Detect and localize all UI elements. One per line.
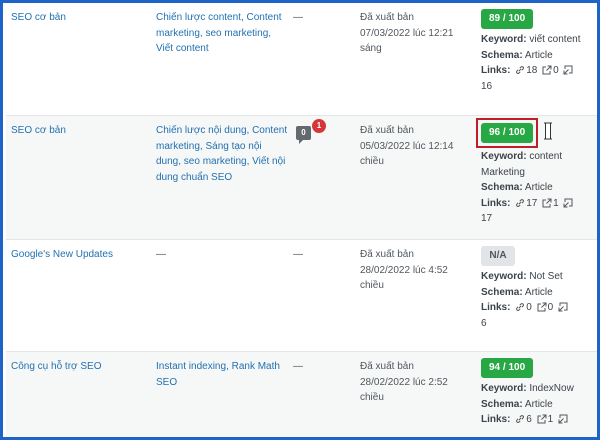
external-links-count: 1	[553, 197, 559, 209]
tags-cell: —	[156, 249, 166, 260]
date-cell: Đã xuất bản 28/02/2022 lúc 2:52 chiều	[360, 359, 472, 406]
links-label: Links:	[481, 65, 511, 76]
external-links-count: 0	[553, 65, 559, 76]
tags-link[interactable]: Instant indexing, Rank Math SEO	[156, 361, 280, 388]
post-status: Đã xuất bản	[360, 125, 414, 136]
schema-label: Schema:	[481, 182, 523, 193]
focus-keyword: viết content	[529, 34, 581, 45]
highlight-box: 96 / 100	[476, 118, 539, 148]
incoming-links-count: 16	[481, 80, 493, 92]
seo-details: 96 / 100 Keyword: content Marketing Sche…	[476, 118, 597, 227]
table-row: Công cụ hỗ trợ SEO Instant indexing, Ran…	[6, 352, 597, 437]
category-link[interactable]: Google's New Updates	[11, 249, 113, 260]
incoming-links-count: 6	[481, 317, 487, 329]
seo-score-badge[interactable]: 89 / 100	[481, 9, 534, 29]
keyword-label: Keyword:	[481, 383, 527, 394]
text-cursor-icon	[543, 122, 553, 143]
table-row: SEO cơ bản Chiến lược nội dung, Content …	[6, 116, 597, 240]
schema-label: Schema:	[481, 398, 523, 410]
keyword-label: Keyword:	[481, 271, 527, 282]
seo-score-badge[interactable]: 96 / 100	[481, 123, 534, 143]
seo-score-badge[interactable]: N/A	[481, 246, 515, 266]
external-link-icon	[537, 414, 547, 424]
links-label: Links:	[481, 197, 511, 209]
external-links-count: 1	[547, 414, 554, 425]
post-date: 05/03/2022 lúc 12:14 chiều	[360, 140, 454, 168]
internal-links-count: 17	[526, 197, 538, 209]
seo-score-badge[interactable]: 94 / 100	[481, 358, 534, 378]
post-date: 28/02/2022 lúc 2:52 chiều	[360, 376, 448, 404]
post-status: Đã xuất bản	[360, 249, 414, 260]
schema-type: Article	[524, 182, 553, 193]
schema-type: Article	[524, 398, 553, 410]
links-label: Links:	[481, 414, 511, 425]
internal-link-icon	[515, 198, 525, 208]
category-link[interactable]: SEO cơ bản	[11, 12, 66, 23]
external-link-icon	[542, 198, 552, 208]
tags-link[interactable]: Chiến lược nội dung, Content marketing, …	[156, 125, 287, 183]
seo-details: 89 / 100 Keyword: viết content Schema: A…	[481, 9, 597, 94]
table-row: SEO cơ bản Chiến lược content, Content m…	[6, 3, 597, 116]
posts-table-frame: SEO cơ bản Chiến lược content, Content m…	[0, 0, 600, 440]
table-row: Google's New Updates — — Đã xuất bản 28/…	[6, 240, 597, 352]
comments-cell: —	[293, 361, 303, 372]
post-date: 28/02/2022 lúc 4:52 chiều	[360, 264, 448, 292]
external-link-icon	[542, 65, 552, 75]
seo-details: N/A Keyword: Not Set Schema: Article Lin…	[481, 246, 597, 331]
keyword-label: Keyword:	[481, 151, 527, 162]
incoming-link-icon	[558, 414, 568, 424]
date-cell: Đã xuất bản 05/03/2022 lúc 12:14 chiều	[360, 123, 472, 170]
incoming-link-icon	[563, 65, 573, 75]
internal-links-count: 0	[526, 302, 532, 313]
schema-label: Schema:	[481, 49, 523, 61]
date-cell: Đã xuất bản 07/03/2022 lúc 12:21 sáng	[360, 10, 472, 57]
external-links-count: 0	[547, 302, 554, 313]
internal-links-count: 18	[526, 65, 538, 76]
post-status: Đã xuất bản	[360, 361, 414, 372]
pending-comments-badge[interactable]: 1	[312, 119, 326, 133]
internal-link-icon	[515, 65, 525, 75]
comment-count-bubble[interactable]: 0	[296, 126, 311, 144]
incoming-links-count: 17	[481, 213, 493, 224]
seo-details: 94 / 100 Keyword: IndexNow Schema: Artic…	[481, 358, 597, 428]
category-link[interactable]: SEO cơ bản	[11, 125, 66, 136]
internal-link-icon	[515, 302, 525, 312]
links-label: Links:	[481, 302, 511, 313]
post-status: Đã xuất bản	[360, 12, 414, 23]
incoming-link-icon	[558, 302, 568, 312]
comments-cell: —	[293, 12, 303, 23]
category-link[interactable]: Công cụ hỗ trợ SEO	[11, 361, 102, 372]
internal-links-count: 6	[526, 414, 532, 425]
post-date: 07/03/2022 lúc 12:21 sáng	[360, 27, 454, 55]
date-cell: Đã xuất bản 28/02/2022 lúc 4:52 chiều	[360, 247, 472, 294]
external-link-icon	[537, 302, 547, 312]
schema-type: Article	[524, 49, 553, 61]
schema-label: Schema:	[481, 286, 523, 298]
focus-keyword: Not Set	[529, 271, 563, 282]
focus-keyword: IndexNow	[529, 383, 574, 394]
tags-link[interactable]: Chiến lược content, Content marketing, s…	[156, 12, 282, 54]
keyword-label: Keyword:	[481, 34, 527, 45]
schema-type: Article	[524, 286, 553, 298]
internal-link-icon	[515, 414, 525, 424]
incoming-link-icon	[563, 198, 573, 208]
comments-cell: —	[293, 249, 303, 260]
